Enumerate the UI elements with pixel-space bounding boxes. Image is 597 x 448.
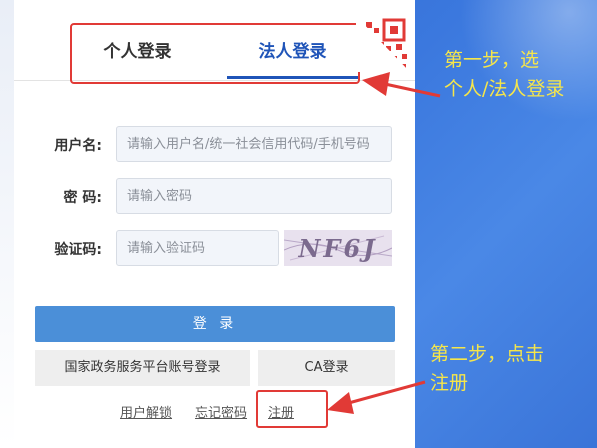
arrow-left-icon [327, 380, 426, 414]
arrow-left-icon [362, 72, 441, 98]
annotation-arrows [327, 72, 441, 414]
